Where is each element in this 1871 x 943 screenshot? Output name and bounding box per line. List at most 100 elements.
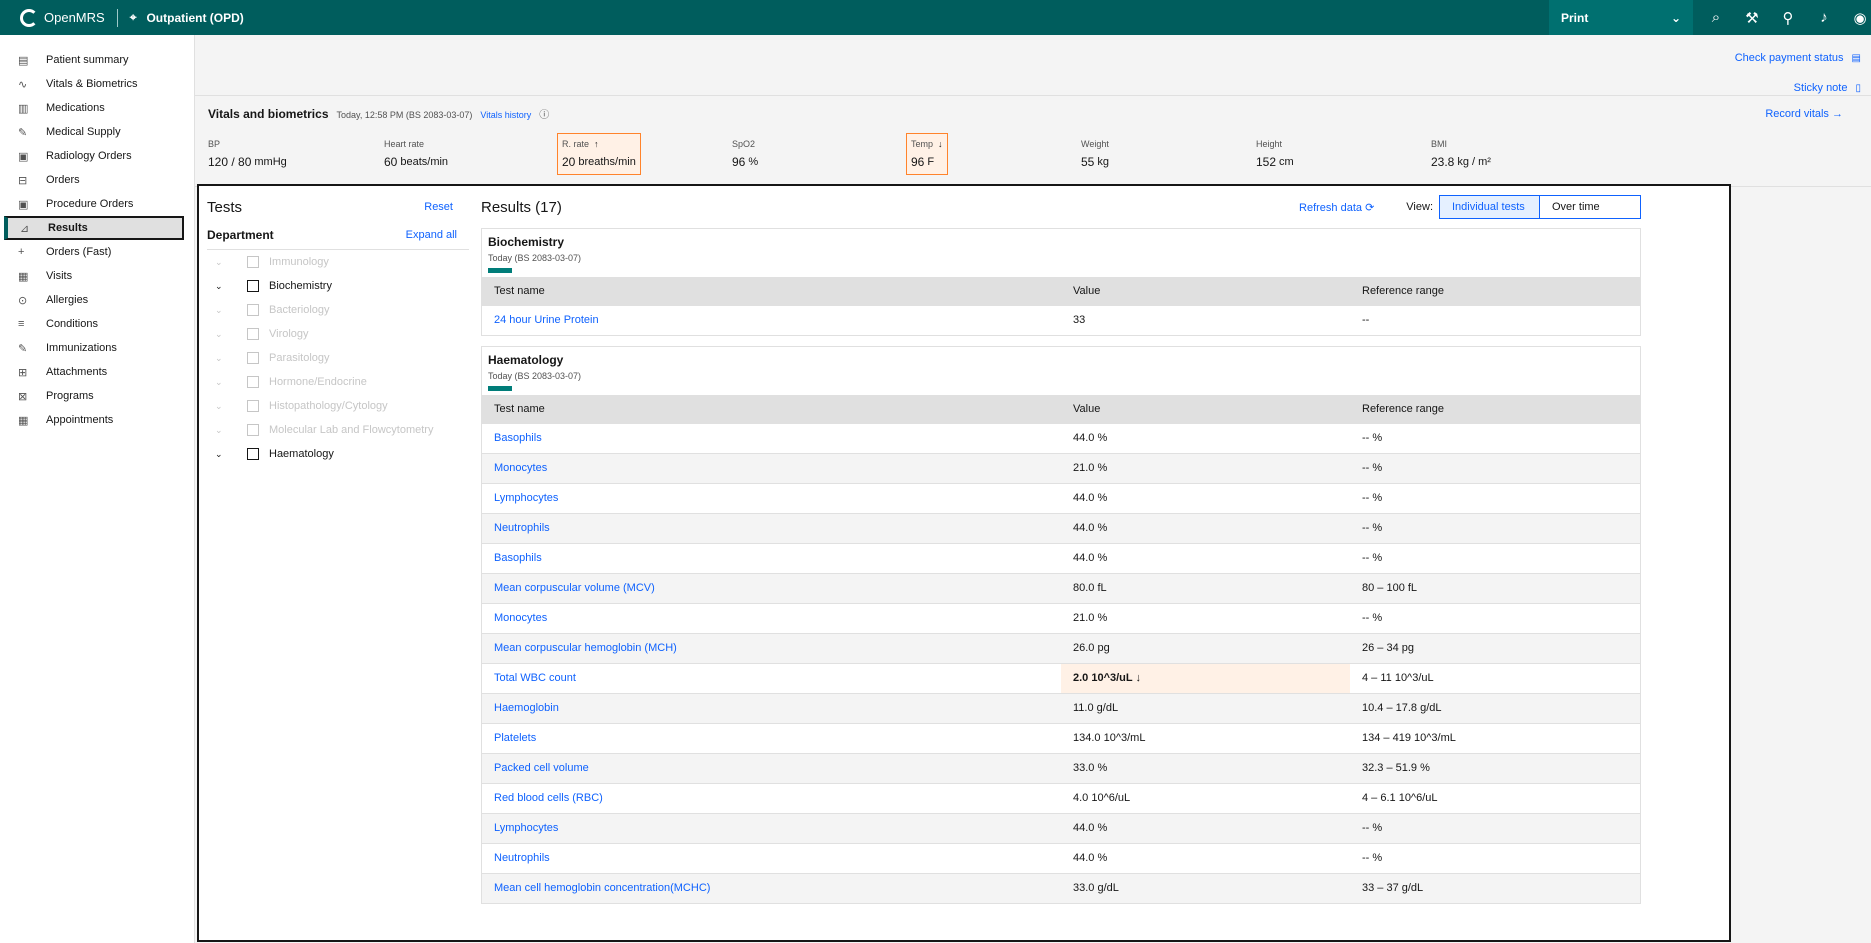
sidebar-item-attachments[interactable]: ⊞ Attachments (0, 360, 194, 384)
topbar-divider (116, 8, 118, 27)
tree-item-haematology[interactable]: ⌄ Haematology (207, 442, 467, 466)
table-row: Basophils 44.0 % -- % (482, 422, 1640, 453)
test-name-link[interactable]: Mean corpuscular volume (MCV) (482, 572, 1061, 603)
refresh-data-button[interactable]: Refresh data ⟳ (1299, 201, 1374, 214)
vital-unit: beats/min (400, 156, 449, 168)
test-name-link[interactable]: Mean corpuscular hemoglobin (MCH) (482, 632, 1061, 663)
program-icon: ⊠ (18, 390, 28, 403)
location-selector[interactable]: ⌖ Outpatient (OPD) (130, 10, 244, 25)
vital-label: Heart rate (384, 136, 584, 152)
tools-icon[interactable]: ⚒ (1734, 9, 1770, 27)
check-payment-status-link[interactable]: Check payment status ▤ (1735, 43, 1861, 73)
results-table: Test name Value Reference range 24 hour Uri… (482, 277, 1640, 335)
sidebar-item-allergies[interactable]: ⊙ Allergies (0, 288, 194, 312)
column-header-value: Value (1061, 277, 1350, 305)
checkbox (247, 376, 259, 388)
test-name-link[interactable]: Basophils (482, 542, 1061, 573)
test-name-link[interactable]: Total WBC count (482, 662, 1061, 693)
test-name-link[interactable]: Neutrophils (482, 842, 1061, 873)
sidebar-item-medications[interactable]: ▥ Medications (0, 96, 194, 120)
vital-value: 23.8 kg / m² (1431, 152, 1631, 172)
bell-icon[interactable]: ♪ (1806, 9, 1842, 26)
chart-icon: ⊿ (20, 222, 30, 235)
vital-label-text: Heart rate (384, 139, 425, 149)
tree-item-parasitology: ⌄ Parasitology (207, 346, 467, 370)
sidebar-item-procedure-orders[interactable]: ▣ Procedure Orders (0, 192, 194, 216)
arrow-down-icon: ↓ (938, 139, 943, 149)
test-name-link[interactable]: Haemoglobin (482, 692, 1061, 723)
department-title: Department (207, 227, 274, 242)
vital-value-number: 120 / 80 (208, 155, 252, 169)
checkbox[interactable] (247, 280, 259, 292)
view-individual-tests[interactable]: Individual tests (1440, 196, 1540, 218)
sidebar-item-immunizations[interactable]: ✎ Immunizations (0, 336, 194, 360)
test-name-link[interactable]: Monocytes (482, 452, 1061, 483)
search-icon[interactable]: ⌕ (1698, 9, 1734, 26)
chevron-down-icon: ⌄ (215, 328, 223, 339)
sidebar-item-medical-supply[interactable]: ✎ Medical Supply (0, 120, 194, 144)
info-icon[interactable]: ⓘ (539, 106, 549, 121)
results-table: Test name Value Reference range Basophils 44… (482, 395, 1640, 903)
card-date: Today (BS 2083-03-07) (488, 371, 582, 381)
sidebar-item-radiology-orders[interactable]: ▣ Radiology Orders (0, 144, 194, 168)
sidebar-item-orders[interactable]: ⊟ Orders (0, 168, 194, 192)
column-header-test-name: Test name (482, 277, 1061, 305)
test-name-link[interactable]: Platelets (482, 722, 1061, 753)
test-name-link[interactable]: Neutrophils (482, 512, 1061, 543)
test-name-link[interactable]: 24 hour Urine Protein (482, 304, 1061, 335)
sidebar-item-patient-summary[interactable]: ▤ Patient summary (0, 48, 194, 72)
vital-value-number: 23.8 (1431, 155, 1455, 169)
test-name-link[interactable]: Packed cell volume (482, 752, 1061, 783)
vital-value: 60 beats/min (384, 152, 584, 172)
table-row: Lymphocytes 44.0 % -- % (482, 812, 1640, 843)
vital-label-text: SpO2 (732, 139, 756, 149)
vital-height: Height 152 cm (1256, 136, 1456, 172)
tests-header: Tests Reset (207, 196, 467, 218)
expand-all-button[interactable]: Expand all (406, 229, 457, 241)
chevron-down-icon: ⌄ (215, 256, 223, 267)
record-vitals-link[interactable]: Record vitals → (1765, 108, 1843, 120)
calendar-icon: ▦ (18, 270, 29, 283)
results-panel: Tests Reset Department Expand all ⌄ Immun… (197, 184, 1731, 942)
table-row: 24 hour Urine Protein 33 -- (482, 304, 1640, 335)
print-dropdown[interactable]: Print ⌄ (1549, 0, 1693, 35)
top-navigation-bar: OpenMRS ⌖ Outpatient (OPD) Print ⌄ ⌕ ⚒ ⚲… (0, 0, 1871, 35)
test-name-link[interactable]: Lymphocytes (482, 482, 1061, 513)
tree-item-biochemistry[interactable]: ⌄ Biochemistry (207, 274, 467, 298)
sidebar-item-vitals-biometrics[interactable]: ∿ Vitals & Biometrics (0, 72, 194, 96)
reset-button[interactable]: Reset (424, 201, 453, 213)
test-name-link[interactable]: Lymphocytes (482, 812, 1061, 843)
user-icon[interactable]: ◉ (1842, 9, 1871, 27)
checkbox (247, 400, 259, 412)
sidebar-item-visits[interactable]: ▦ Visits (0, 264, 194, 288)
card-title: Biochemistry (488, 235, 565, 249)
add-patient-icon[interactable]: ⚲ (1770, 9, 1806, 27)
checkbox[interactable] (247, 448, 259, 460)
vitals-history-link[interactable]: Vitals history (480, 110, 531, 120)
test-name-link[interactable]: Basophils (482, 422, 1061, 453)
chevron-down-icon[interactable]: ⌄ (207, 281, 229, 292)
test-name-link[interactable]: Monocytes (482, 602, 1061, 633)
brand[interactable]: OpenMRS (0, 0, 105, 35)
chevron-down-icon[interactable]: ⌄ (207, 449, 229, 460)
reference-range: -- % (1350, 542, 1640, 573)
test-name-link[interactable]: Red blood cells (RBC) (482, 782, 1061, 813)
results-card-haematology: Haematology Today (BS 2083-03-07) Test nam… (481, 346, 1641, 904)
test-value: 134.0 10^3/mL (1061, 722, 1350, 753)
checkbox (247, 352, 259, 364)
tree-item-label: Bacteriology (269, 304, 330, 316)
sidebar-item-results[interactable]: ⊿ Results (4, 216, 184, 240)
reference-range: -- % (1350, 482, 1640, 513)
sidebar-item-orders-fast[interactable]: + Orders (Fast) (0, 240, 194, 264)
sidebar-item-programs[interactable]: ⊠ Programs (0, 384, 194, 408)
test-value: 26.0 pg (1061, 632, 1350, 663)
test-name-link[interactable]: Mean cell hemoglobin concentration(MCHC) (482, 872, 1061, 903)
reference-range: 80 – 100 fL (1350, 572, 1640, 603)
vital-unit: breaths/min (578, 156, 636, 168)
sidebar-item-conditions[interactable]: ≡ Conditions (0, 312, 194, 336)
record-vitals-label: Record vitals (1765, 108, 1829, 120)
view-over-time[interactable]: Over time (1540, 196, 1640, 218)
test-value: 44.0 % (1061, 812, 1350, 843)
sidebar-item-appointments[interactable]: ▦ Appointments (0, 408, 194, 432)
tree-item-label: Parasitology (269, 352, 330, 364)
